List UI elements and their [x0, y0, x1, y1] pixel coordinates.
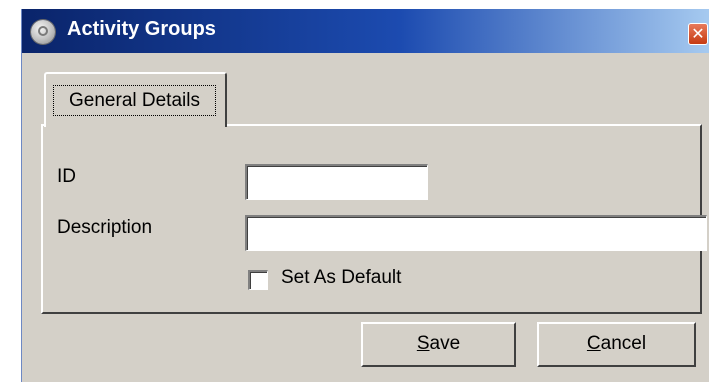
description-field[interactable] [245, 215, 707, 251]
description-label: Description [57, 217, 153, 238]
general-details-panel: ID Description Set As Default [41, 124, 707, 314]
activity-groups-dialog: Activity Groups ✕ General Details ID Des… [21, 9, 709, 382]
title-bar[interactable]: Activity Groups ✕ [22, 9, 709, 53]
save-button[interactable]: Save [361, 322, 516, 367]
window-title: Activity Groups [67, 18, 216, 40]
save-label: ave [429, 333, 461, 354]
cancel-label: ancel [600, 333, 647, 354]
app-globe-icon [31, 20, 55, 44]
tab-label: General Details [53, 85, 216, 116]
save-mnemonic: S [416, 333, 430, 354]
cancel-mnemonic: C [586, 333, 601, 354]
close-icon[interactable]: ✕ [688, 23, 708, 45]
set-as-default-label: Set As Default [281, 267, 402, 288]
id-label: ID [57, 166, 76, 187]
tab-general-details[interactable]: General Details [44, 72, 227, 127]
set-as-default-checkbox[interactable] [248, 270, 268, 290]
id-field[interactable] [245, 164, 428, 200]
cancel-button[interactable]: Cancel [537, 322, 696, 367]
